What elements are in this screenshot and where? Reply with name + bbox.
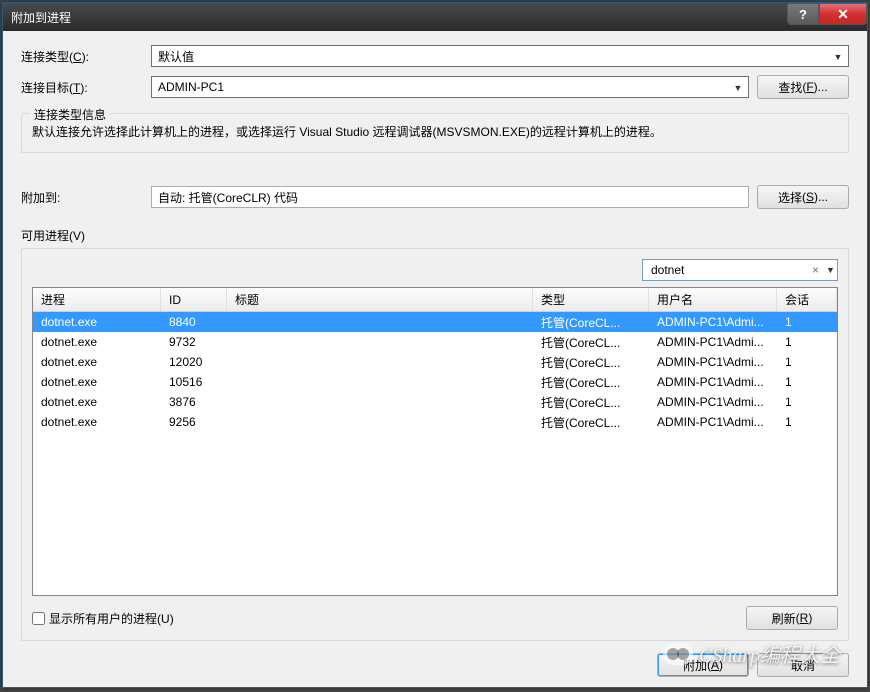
col-session[interactable]: 会话 xyxy=(777,288,837,311)
table-cell: ADMIN-PC1\Admi... xyxy=(649,315,777,329)
table-cell: 托管(CoreCL... xyxy=(533,354,649,371)
dialog-buttons: 附加(A) 取消 xyxy=(21,653,849,677)
process-table: 进程 ID 标题 类型 用户名 会话 dotnet.exe8840托管(Core… xyxy=(32,287,838,596)
table-cell: ADMIN-PC1\Admi... xyxy=(649,395,777,409)
find-button[interactable]: 查找(F)... xyxy=(757,75,849,99)
col-process[interactable]: 进程 xyxy=(33,288,161,311)
table-row[interactable]: dotnet.exe9256 托管(CoreCL...ADMIN-PC1\Admi… xyxy=(33,412,837,432)
table-cell: 1 xyxy=(777,315,837,329)
table-header: 进程 ID 标题 类型 用户名 会话 xyxy=(33,288,837,312)
table-cell: dotnet.exe xyxy=(33,335,161,349)
connection-type-label: 连接类型(C): xyxy=(21,48,151,65)
chevron-down-icon: ▼ xyxy=(730,80,746,96)
connection-type-row: 连接类型(C): 默认值 ▼ xyxy=(21,45,849,67)
filter-input[interactable] xyxy=(649,262,808,278)
dialog-window: 附加到进程 ? ✕ 连接类型(C): 默认值 ▼ 连接目标(T): ADMIN-… xyxy=(2,2,868,688)
table-cell: 1 xyxy=(777,415,837,429)
attach-to-value: 自动: 托管(CoreCLR) 代码 xyxy=(151,186,749,208)
titlebar[interactable]: 附加到进程 ? ✕ xyxy=(3,3,867,31)
col-title[interactable]: 标题 xyxy=(227,288,533,311)
table-row[interactable]: dotnet.exe12020 托管(CoreCL...ADMIN-PC1\Adm… xyxy=(33,352,837,372)
table-body: dotnet.exe8840托管(CoreCL...ADMIN-PC1\Admi… xyxy=(33,312,837,595)
show-all-users-checkbox[interactable]: 显示所有用户的进程(U) xyxy=(32,610,738,627)
table-cell: 1 xyxy=(777,355,837,369)
table-cell: 12020 xyxy=(161,355,227,369)
connection-type-value: 默认值 xyxy=(158,48,194,65)
table-cell: dotnet.exe xyxy=(33,315,161,329)
select-button[interactable]: 选择(S)... xyxy=(757,185,849,209)
table-cell: ADMIN-PC1\Admi... xyxy=(649,375,777,389)
table-cell: 1 xyxy=(777,375,837,389)
table-cell: 1 xyxy=(777,395,837,409)
connection-target-value: ADMIN-PC1 xyxy=(158,80,224,94)
table-cell: 托管(CoreCL... xyxy=(533,394,649,411)
show-all-users-input[interactable] xyxy=(32,612,45,625)
table-cell: 托管(CoreCL... xyxy=(533,314,649,331)
connection-info-group: 连接类型信息 默认连接允许选择此计算机上的进程，或选择运行 Visual Stu… xyxy=(21,113,849,153)
table-cell: dotnet.exe xyxy=(33,415,161,429)
chevron-down-icon[interactable]: ▼ xyxy=(823,265,838,275)
table-cell: 1 xyxy=(777,335,837,349)
connection-info-text: 默认连接允许选择此计算机上的进程，或选择运行 Visual Studio 远程调… xyxy=(32,122,838,142)
filter-row: × ▼ xyxy=(32,259,838,281)
table-cell: ADMIN-PC1\Admi... xyxy=(649,335,777,349)
table-cell: 3876 xyxy=(161,395,227,409)
table-cell: dotnet.exe xyxy=(33,395,161,409)
table-cell: 托管(CoreCL... xyxy=(533,374,649,391)
filter-box[interactable]: × ▼ xyxy=(642,259,838,281)
close-button[interactable]: ✕ xyxy=(819,3,867,25)
titlebar-buttons: ? ✕ xyxy=(787,3,867,25)
table-cell: 9256 xyxy=(161,415,227,429)
table-cell: 9732 xyxy=(161,335,227,349)
table-row[interactable]: dotnet.exe8840 托管(CoreCL...ADMIN-PC1\Admi… xyxy=(33,312,837,332)
table-cell: 8840 xyxy=(161,315,227,329)
table-row[interactable]: dotnet.exe9732 托管(CoreCL...ADMIN-PC1\Admi… xyxy=(33,332,837,352)
table-cell: 托管(CoreCL... xyxy=(533,414,649,431)
clear-filter-icon[interactable]: × xyxy=(808,263,823,277)
col-type[interactable]: 类型 xyxy=(533,288,649,311)
dialog-content: 连接类型(C): 默认值 ▼ 连接目标(T): ADMIN-PC1 ▼ 查找(F… xyxy=(3,31,867,687)
available-processes-label: 可用进程(V) xyxy=(21,227,849,244)
help-button[interactable]: ? xyxy=(787,3,819,25)
attach-to-row: 附加到: 自动: 托管(CoreCLR) 代码 选择(S)... xyxy=(21,185,849,209)
cancel-button[interactable]: 取消 xyxy=(757,653,849,677)
table-cell: 托管(CoreCL... xyxy=(533,334,649,351)
connection-target-label: 连接目标(T): xyxy=(21,79,151,96)
table-cell: dotnet.exe xyxy=(33,375,161,389)
table-cell: ADMIN-PC1\Admi... xyxy=(649,415,777,429)
table-footer: 显示所有用户的进程(U) 刷新(R) xyxy=(32,606,838,630)
chevron-down-icon: ▼ xyxy=(830,49,846,65)
table-row[interactable]: dotnet.exe10516 托管(CoreCL...ADMIN-PC1\Adm… xyxy=(33,372,837,392)
connection-type-combo[interactable]: 默认值 ▼ xyxy=(151,45,849,67)
table-cell: dotnet.exe xyxy=(33,355,161,369)
process-area: × ▼ 进程 ID 标题 类型 用户名 会话 dotnet.exe8840托管(… xyxy=(21,248,849,641)
attach-button[interactable]: 附加(A) xyxy=(657,653,749,677)
connection-info-title: 连接类型信息 xyxy=(30,106,110,123)
table-cell: ADMIN-PC1\Admi... xyxy=(649,355,777,369)
connection-target-row: 连接目标(T): ADMIN-PC1 ▼ 查找(F)... xyxy=(21,75,849,99)
col-id[interactable]: ID xyxy=(161,288,227,311)
connection-target-combo[interactable]: ADMIN-PC1 ▼ xyxy=(151,76,749,98)
col-user[interactable]: 用户名 xyxy=(649,288,777,311)
window-title: 附加到进程 xyxy=(11,9,787,26)
table-cell: 10516 xyxy=(161,375,227,389)
refresh-button[interactable]: 刷新(R) xyxy=(746,606,838,630)
table-row[interactable]: dotnet.exe3876 托管(CoreCL...ADMIN-PC1\Admi… xyxy=(33,392,837,412)
attach-to-label: 附加到: xyxy=(21,189,151,206)
